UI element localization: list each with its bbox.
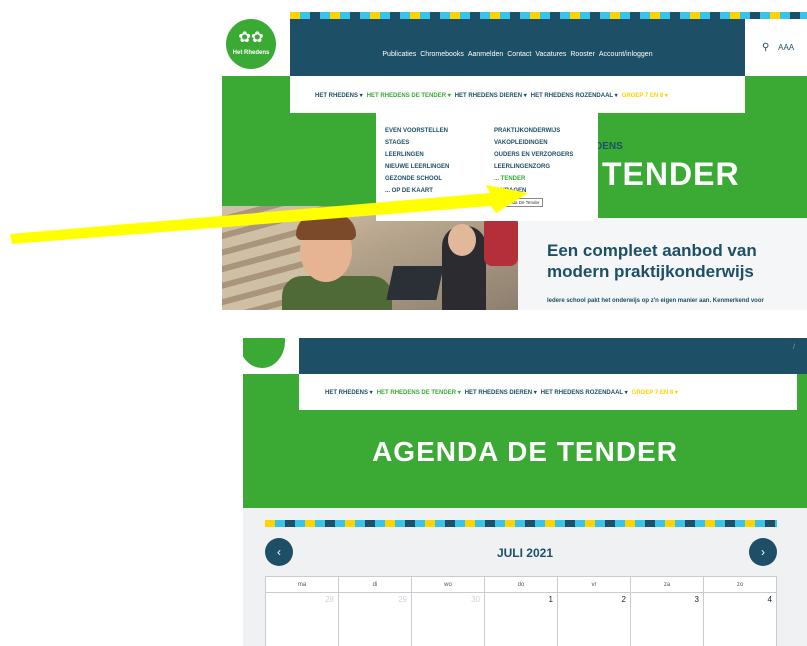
dropdown-item[interactable]: PRAKTIJKONDERWIJS xyxy=(494,125,573,137)
hero-photo xyxy=(222,206,518,310)
top-nav-link[interactable]: Aanmelden xyxy=(468,51,503,58)
main-menu-item[interactable]: HET RHEDENS ROZENDAAL ▾ xyxy=(531,93,618,99)
dropdown-item[interactable]: VAKOPLEIDINGEN xyxy=(494,137,573,149)
calendar-day-cell[interactable]: 4 xyxy=(703,592,777,646)
calendar-day-cell[interactable]: 30 xyxy=(411,592,485,646)
main-menu-item[interactable]: HET RHEDENS ▾ xyxy=(325,390,373,396)
weekday-header: do xyxy=(484,576,558,593)
main-menu-item[interactable]: HET RHEDENS DE TENDER ▾ xyxy=(377,390,461,396)
dropdown-item[interactable]: ... OP DE KAART xyxy=(385,185,449,197)
calendar-week-row: 28 29 30 1 2 3 4 xyxy=(265,592,777,646)
main-menu-item[interactable]: HET RHEDENS DIEREN ▾ xyxy=(465,390,537,396)
dropdown-item[interactable]: OUDERS EN VERZORGERS xyxy=(494,149,573,161)
calendar-day-cell[interactable]: 28 xyxy=(265,592,339,646)
main-menu-item[interactable]: HET RHEDENS DIEREN ▾ xyxy=(455,93,527,99)
top-nav-link[interactable]: Vacatures xyxy=(535,51,566,58)
dropdown-menu: EVEN VOORSTELLEN STAGES LEERLINGEN NIEUWE L… xyxy=(376,113,598,221)
annotated-screenshot-composite: ✿✿ Het Rhedens Publicaties Chromebooks Aan… xyxy=(0,0,807,646)
dropdown-column-left: EVEN VOORSTELLEN STAGES LEERLINGEN NIEUWE L… xyxy=(385,125,449,197)
main-menu: HET RHEDENS ▾ HET RHEDENS DE TENDER ▾ HET … xyxy=(325,389,682,396)
weekday-header: ma xyxy=(265,576,339,593)
weekday-header: wo xyxy=(411,576,485,593)
dropdown-item[interactable]: NIEUWE LEERLINGEN xyxy=(385,161,449,173)
site-logo[interactable]: ✿✿ Het Rhedens xyxy=(226,19,276,69)
main-menu-item[interactable]: HET RHEDENS ▾ xyxy=(315,93,363,99)
main-menu-item[interactable]: HET RHEDENS ROZENDAAL ▾ xyxy=(541,390,628,396)
header-corner-mark: / xyxy=(793,344,795,351)
page-title: AGENDA DE TENDER xyxy=(372,436,678,467)
calendar-grid: ma di wo do vr za zo 28 29 30 1 2 3 4 xyxy=(265,576,777,646)
header-tools: ⚲ AAA xyxy=(762,42,794,53)
hero-subtitle: DENS xyxy=(595,141,623,152)
weekday-header: di xyxy=(338,576,412,593)
intro-heading: Een compleet aanbod van modern praktijko… xyxy=(547,241,757,281)
intro-section: Een compleet aanbod van modern praktijko… xyxy=(518,218,807,310)
calendar-day-cell[interactable]: 2 xyxy=(557,592,631,646)
link-tooltip: Agenda De Tender xyxy=(498,198,544,207)
weekday-header-row: ma di wo do vr za zo xyxy=(265,576,777,593)
calendar-day-cell[interactable]: 1 xyxy=(484,592,558,646)
main-menu-bar: HET RHEDENS ▾ HET RHEDENS DE TENDER ▾ HET … xyxy=(299,374,797,410)
main-menu-bar: HET RHEDENS ▾ HET RHEDENS DE TENDER ▾ HET … xyxy=(290,76,745,113)
weekday-header: zo xyxy=(703,576,777,593)
top-navbar xyxy=(299,338,807,374)
website-screenshot-agenda: / HET RHEDENS ▾ HET RHEDENS DE TENDER ▾ HE… xyxy=(243,338,807,646)
dropdown-item[interactable]: STAGES xyxy=(385,137,449,149)
site-logo[interactable] xyxy=(243,338,285,368)
top-nav-link[interactable]: Contact xyxy=(507,51,531,58)
weekday-header: vr xyxy=(557,576,631,593)
weekday-header: za xyxy=(630,576,704,593)
dropdown-item[interactable]: ... TENDER xyxy=(494,173,573,185)
dropdown-item[interactable]: ... VRAGEN xyxy=(494,185,573,197)
top-nav-link[interactable]: Account/inloggen xyxy=(599,51,653,58)
main-menu-item[interactable]: GROEP 7 EN 8 ▾ xyxy=(622,93,668,99)
leaf-icon: ✿✿ xyxy=(238,29,264,46)
main-menu: HET RHEDENS ▾ HET RHEDENS DE TENDER ▾ HET … xyxy=(315,92,672,99)
dropdown-item[interactable]: LEERLINGENZORG xyxy=(494,161,573,173)
font-size-toggle[interactable]: AAA xyxy=(778,43,794,52)
top-nav-links: Publicaties Chromebooks Aanmelden Contact Va… xyxy=(290,43,745,61)
top-nav-link[interactable]: Rooster xyxy=(570,51,595,58)
hero-title: TENDER xyxy=(602,156,740,192)
top-nav-link[interactable]: Publicaties xyxy=(382,51,416,58)
main-menu-item[interactable]: HET RHEDENS DE TENDER ▾ xyxy=(367,93,451,99)
top-navbar: Publicaties Chromebooks Aanmelden Contact Va… xyxy=(290,19,745,76)
search-icon[interactable]: ⚲ xyxy=(762,42,769,53)
dropdown-item[interactable]: EVEN VOORSTELLEN xyxy=(385,125,449,137)
decorative-stripe xyxy=(290,12,807,19)
decorative-stripe xyxy=(265,520,777,527)
calendar-day-cell[interactable]: 3 xyxy=(630,592,704,646)
website-screenshot-menu-open: ✿✿ Het Rhedens Publicaties Chromebooks Aan… xyxy=(222,12,807,310)
calendar-month-label: JULI 2021 xyxy=(496,546,554,560)
logo-text: Het Rhedens xyxy=(232,50,270,56)
intro-paragraph: Iedere school pakt het onderwijs op z'n … xyxy=(547,298,764,304)
main-menu-item[interactable]: GROEP 7 EN 8 ▾ xyxy=(632,390,678,396)
dropdown-column-right: PRAKTIJKONDERWIJS VAKOPLEIDINGEN OUDERS EN… xyxy=(494,125,573,197)
dropdown-item[interactable]: LEERLINGEN xyxy=(385,149,449,161)
calendar-day-cell[interactable]: 29 xyxy=(338,592,412,646)
dropdown-item[interactable]: GEZONDE SCHOOL xyxy=(385,173,449,185)
top-nav-link[interactable]: Chromebooks xyxy=(420,51,464,58)
